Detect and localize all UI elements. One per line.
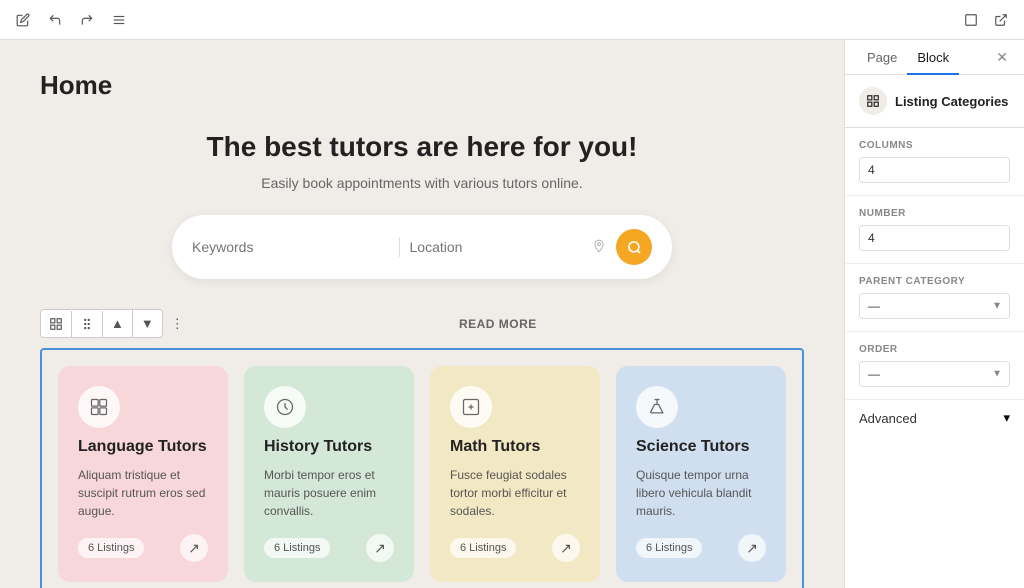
panel-tabs: Page Block ✕ (845, 40, 1024, 75)
panel-block-header: Listing Categories (845, 75, 1024, 128)
order-label: ORDER (859, 344, 1010, 355)
category-desc: Fusce feugiat sodales tortor morbi effic… (450, 466, 580, 520)
columns-input[interactable] (859, 157, 1010, 183)
category-arrow-button[interactable]: ↗ (738, 534, 766, 562)
block-settings-button[interactable] (41, 311, 72, 337)
menu-icon[interactable] (108, 9, 130, 31)
category-card: Science Tutors Quisque tempor urna liber… (616, 366, 786, 582)
category-footer: 6 Listings ↗ (636, 534, 766, 562)
category-card: History Tutors Morbi tempor eros et maur… (244, 366, 414, 582)
category-footer: 6 Listings ↗ (450, 534, 580, 562)
toolbar (0, 0, 1024, 40)
category-desc: Aliquam tristique et suscipit rutrum ero… (78, 466, 208, 520)
hero-section: The best tutors are here for you! Easily… (40, 131, 804, 279)
search-button[interactable] (616, 229, 652, 265)
location-icon (592, 239, 606, 256)
listings-badge: 6 Listings (636, 538, 702, 558)
category-arrow-button[interactable]: ↗ (366, 534, 394, 562)
right-panel: Page Block ✕ Listing Categories COLUMNS … (844, 40, 1024, 588)
tab-block[interactable]: Block (907, 40, 959, 75)
category-desc: Quisque tempor urna libero vehicula blan… (636, 466, 766, 520)
number-section: NUMBER (845, 196, 1024, 264)
block-drag-button[interactable] (72, 311, 103, 337)
number-label: NUMBER (859, 208, 1010, 219)
redo-button[interactable] (76, 9, 98, 31)
category-name: Language Tutors (78, 438, 208, 456)
category-icon (450, 386, 492, 428)
block-up-button[interactable]: ▲ (103, 310, 133, 337)
canvas-area: Home The best tutors are here for you! E… (0, 40, 844, 588)
block-icon (859, 87, 887, 115)
keywords-input[interactable] (192, 239, 389, 255)
search-bar (172, 215, 672, 279)
parent-category-select[interactable]: — (859, 293, 1010, 319)
category-footer: 6 Listings ↗ (264, 534, 394, 562)
category-name: Science Tutors (636, 438, 766, 456)
block-down-button[interactable]: ▼ (133, 310, 162, 337)
parent-category-section: PARENT CATEGORY — ▼ (845, 264, 1024, 332)
category-name: History Tutors (264, 438, 394, 456)
category-card: Language Tutors Aliquam tristique et sus… (58, 366, 228, 582)
block-name-label: Listing Categories (895, 94, 1008, 109)
block-toolbar-row: ▲ ▼ ⋮ READ MORE (40, 309, 804, 338)
hero-subtext: Easily book appointments with various tu… (40, 175, 804, 191)
category-desc: Morbi tempor eros et mauris posuere enim… (264, 466, 394, 520)
parent-category-wrapper: — ▼ (859, 293, 1010, 319)
category-name: Math Tutors (450, 438, 580, 456)
block-more-button[interactable]: ⋮ (163, 310, 192, 338)
external-link-icon[interactable] (990, 9, 1012, 31)
category-icon (636, 386, 678, 428)
columns-section: COLUMNS (845, 128, 1024, 196)
category-icon (78, 386, 120, 428)
listings-badge: 6 Listings (264, 538, 330, 558)
order-select[interactable]: — (859, 361, 1010, 387)
advanced-label: Advanced (859, 411, 917, 426)
order-section: ORDER — ▼ (845, 332, 1024, 400)
order-wrapper: — ▼ (859, 361, 1010, 387)
pencil-icon[interactable] (12, 9, 34, 31)
hero-heading: The best tutors are here for you! (40, 131, 804, 163)
listings-badge: 6 Listings (450, 538, 516, 558)
category-footer: 6 Listings ↗ (78, 534, 208, 562)
listing-categories: Language Tutors Aliquam tristique et sus… (40, 348, 804, 588)
category-icon (264, 386, 306, 428)
window-icon[interactable] (960, 9, 982, 31)
category-arrow-button[interactable]: ↗ (180, 534, 208, 562)
search-divider (399, 237, 400, 257)
listings-badge: 6 Listings (78, 538, 144, 558)
category-arrow-button[interactable]: ↗ (552, 534, 580, 562)
page-title: Home (40, 70, 804, 101)
category-card: Math Tutors Fusce feugiat sodales tortor… (430, 366, 600, 582)
advanced-chevron-icon: ▾ (1003, 410, 1010, 426)
undo-button[interactable] (44, 9, 66, 31)
columns-label: COLUMNS (859, 140, 1010, 151)
search-location-wrapper (410, 239, 607, 256)
panel-close-button[interactable]: ✕ (992, 45, 1012, 70)
tab-page[interactable]: Page (857, 40, 907, 75)
advanced-section[interactable]: Advanced ▾ (845, 400, 1024, 436)
location-input[interactable] (410, 239, 587, 255)
block-toolbar-group: ▲ ▼ (40, 309, 163, 338)
main-layout: Home The best tutors are here for you! E… (0, 40, 1024, 588)
parent-category-label: PARENT CATEGORY (859, 276, 1010, 287)
number-input[interactable] (859, 225, 1010, 251)
read-more-label: READ MORE (192, 317, 804, 331)
